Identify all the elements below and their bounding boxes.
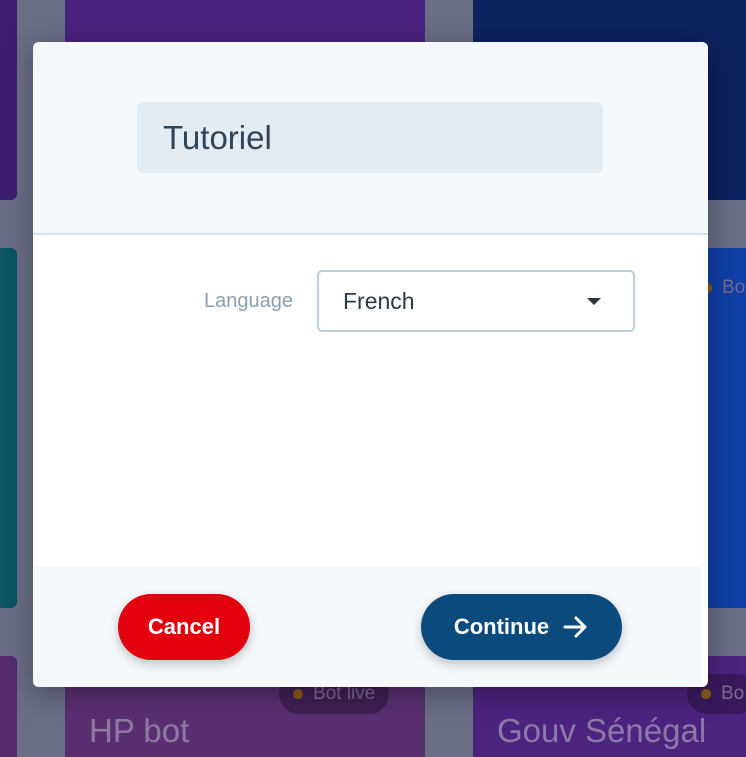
language-selected-value: French — [343, 287, 415, 314]
language-select[interactable]: French — [317, 270, 635, 332]
continue-button-label: Continue — [453, 614, 550, 639]
create-bot-dialog: Language French Cancel Continue — [33, 42, 708, 687]
dialog-footer: Cancel Continue — [33, 567, 701, 687]
continue-button[interactable]: Continue — [421, 594, 622, 660]
cancel-button-label: Cancel — [147, 614, 221, 639]
bot-name-input[interactable] — [137, 102, 603, 173]
dialog-header — [33, 42, 708, 235]
bot-card-title: Gouv Sénégal — [497, 712, 707, 749]
arrow-right-icon — [563, 616, 587, 638]
status-badge-label: Bo — [721, 683, 745, 704]
caret-down-icon — [587, 297, 601, 305]
background-card — [0, 656, 17, 757]
bot-card-title: HP bot — [89, 712, 190, 749]
cancel-button[interactable]: Cancel — [118, 594, 250, 660]
background-card — [0, 248, 17, 608]
status-dot-icon — [701, 689, 711, 699]
language-label: Language — [204, 290, 293, 312]
status-dot-icon — [293, 689, 303, 699]
status-badge-label: Bo — [722, 277, 746, 298]
background-card — [65, 0, 425, 42]
background-card — [0, 0, 17, 200]
